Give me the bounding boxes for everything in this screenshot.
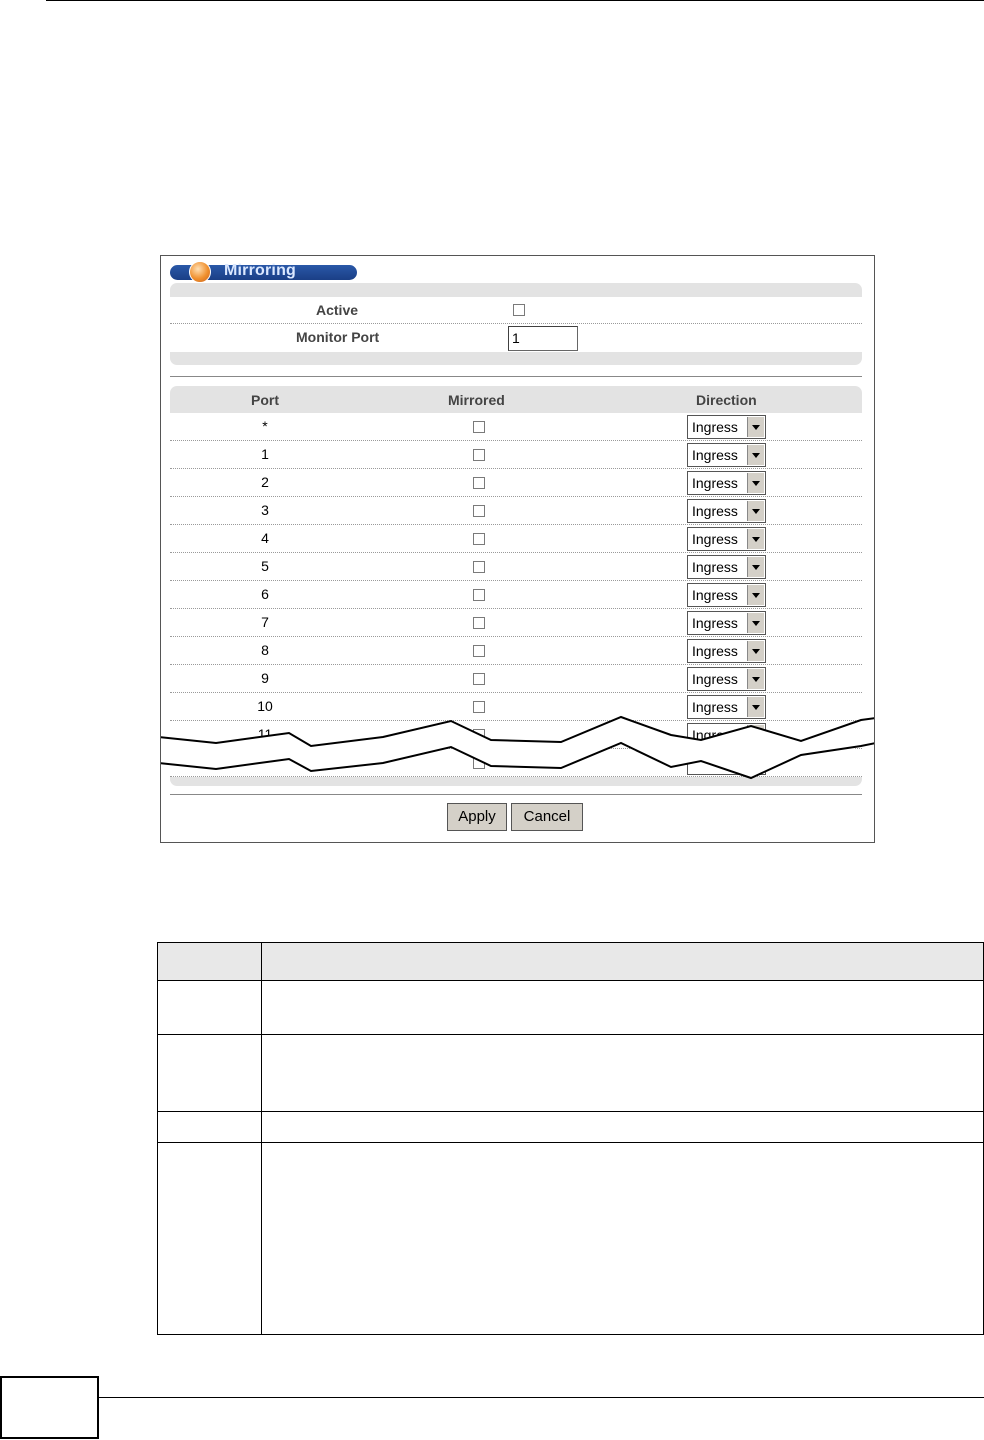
direction-value: Ingress xyxy=(692,475,738,491)
direction-value: Ingress xyxy=(692,419,738,435)
title-orb-icon xyxy=(189,261,211,283)
chevron-down-icon xyxy=(747,613,764,633)
direction-value: Ingress xyxy=(692,615,738,631)
table-row: 8 Ingress xyxy=(170,637,862,665)
table-row: 6 Ingress xyxy=(170,581,862,609)
chevron-down-icon xyxy=(747,445,764,465)
settings-panel: Active Monitor Port 1 xyxy=(170,283,862,365)
direction-value: Ingress xyxy=(692,531,738,547)
mirrored-checkbox[interactable] xyxy=(473,561,485,573)
apply-button[interactable]: Apply xyxy=(447,803,507,831)
active-checkbox[interactable] xyxy=(513,304,525,316)
active-label: Active xyxy=(316,302,359,318)
separator xyxy=(170,794,862,795)
active-row: Active xyxy=(170,297,862,324)
cancel-button[interactable]: Cancel xyxy=(511,803,583,831)
chevron-down-icon xyxy=(747,501,764,521)
port-number: 6 xyxy=(261,586,269,602)
direction-value: Ingress xyxy=(692,559,738,575)
monitor-port-row: Monitor Port 1 xyxy=(170,324,862,352)
table-row: 2 Ingress xyxy=(170,469,862,497)
separator xyxy=(170,376,862,377)
port-number: 9 xyxy=(261,670,269,686)
chevron-down-icon xyxy=(747,641,764,661)
port-number: 8 xyxy=(261,642,269,658)
description-table-header xyxy=(158,943,983,981)
mirrored-checkbox[interactable] xyxy=(473,421,485,433)
port-number: * xyxy=(262,418,268,434)
mirrored-checkbox[interactable] xyxy=(473,617,485,629)
row-divider xyxy=(158,1034,983,1035)
table-row: * Ingress xyxy=(170,413,862,441)
monitor-port-label: Monitor Port xyxy=(296,329,380,345)
mirrored-checkbox[interactable] xyxy=(473,449,485,461)
port-number: 4 xyxy=(261,530,269,546)
table-row: 3 Ingress xyxy=(170,497,862,525)
table-row: 9 Ingress xyxy=(170,665,862,693)
mirrored-checkbox[interactable] xyxy=(473,673,485,685)
direction-select[interactable]: Ingress xyxy=(687,527,766,551)
page-bottom-rule xyxy=(99,1397,984,1398)
page-number-box xyxy=(0,1376,99,1439)
row-divider xyxy=(158,1142,983,1143)
mirrored-checkbox[interactable] xyxy=(473,505,485,517)
port-number: 7 xyxy=(261,614,269,630)
panel-title: Mirroring xyxy=(224,262,297,279)
page-top-rule xyxy=(46,0,984,1)
port-header: Port xyxy=(251,392,279,408)
table-row: 4 Ingress xyxy=(170,525,862,553)
row-divider xyxy=(158,1111,983,1112)
page-break-graphic xyxy=(161,715,874,780)
mirrored-checkbox[interactable] xyxy=(473,645,485,657)
direction-value: Ingress xyxy=(692,643,738,659)
port-number: 5 xyxy=(261,558,269,574)
mirrored-checkbox[interactable] xyxy=(473,477,485,489)
direction-select[interactable]: Ingress xyxy=(687,639,766,663)
chevron-down-icon xyxy=(747,473,764,493)
direction-select[interactable]: Ingress xyxy=(687,471,766,495)
direction-value: Ingress xyxy=(692,503,738,519)
table-row: 7 Ingress xyxy=(170,609,862,637)
mirrored-checkbox[interactable] xyxy=(473,533,485,545)
description-table xyxy=(157,942,984,1335)
direction-header: Direction xyxy=(696,392,757,408)
chevron-down-icon xyxy=(747,529,764,549)
direction-select[interactable]: Ingress xyxy=(687,443,766,467)
chevron-down-icon xyxy=(747,557,764,577)
direction-select[interactable]: Ingress xyxy=(687,415,766,439)
direction-select[interactable]: Ingress xyxy=(687,583,766,607)
port-number: 3 xyxy=(261,502,269,518)
direction-value: Ingress xyxy=(692,587,738,603)
mirrored-checkbox[interactable] xyxy=(473,589,485,601)
direction-select[interactable]: Ingress xyxy=(687,499,766,523)
port-number: 1 xyxy=(261,446,269,462)
table-row: 5 Ingress xyxy=(170,553,862,581)
direction-value: Ingress xyxy=(692,447,738,463)
mirroring-screenshot: Mirroring Active Monitor Port 1 Port Mir… xyxy=(160,255,875,843)
direction-select[interactable]: Ingress xyxy=(687,611,766,635)
chevron-down-icon xyxy=(747,669,764,689)
direction-select[interactable]: Ingress xyxy=(687,667,766,691)
table-row: 1 Ingress xyxy=(170,441,862,469)
direction-value: Ingress xyxy=(692,671,738,687)
mirrored-header: Mirrored xyxy=(448,392,505,408)
monitor-port-input[interactable]: 1 xyxy=(508,326,578,351)
chevron-down-icon xyxy=(747,585,764,605)
direction-select[interactable]: Ingress xyxy=(687,555,766,579)
port-number: 2 xyxy=(261,474,269,490)
chevron-down-icon xyxy=(747,417,764,437)
column-divider xyxy=(261,943,262,1334)
